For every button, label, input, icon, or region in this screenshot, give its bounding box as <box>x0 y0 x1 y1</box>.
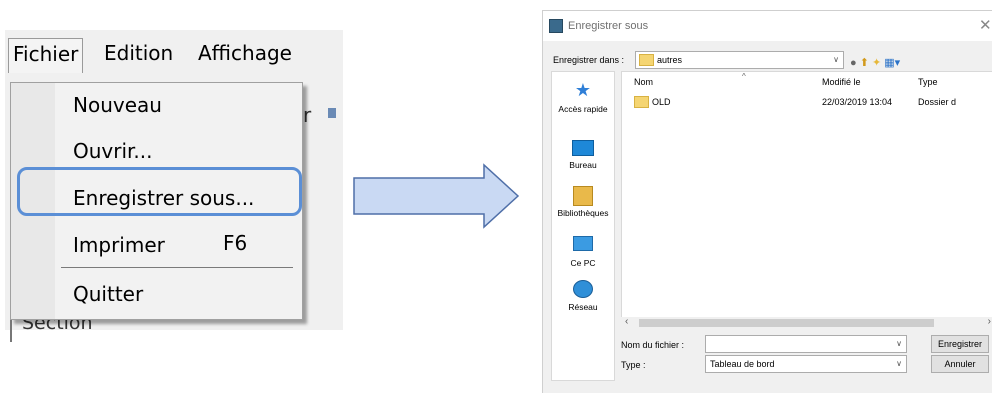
file-modified: 22/03/2019 13:04 <box>822 97 893 107</box>
new-folder-icon[interactable]: ✦ <box>872 57 881 69</box>
fichier-dropdown-menu: Nouveau Ouvrir... Enregistrer sous... Im… <box>10 82 303 320</box>
place-label: Réseau <box>568 302 598 312</box>
save-in-label: Enregistrer dans : <box>553 55 625 65</box>
scroll-left-icon[interactable]: ‹ <box>625 316 628 327</box>
place-network[interactable]: Réseau <box>552 280 614 312</box>
menu-separator <box>61 267 293 268</box>
highlight-box <box>17 167 302 216</box>
places-bar: ★ Accès rapide Bureau Bibliothèques Ce P… <box>551 71 615 381</box>
menu-edition[interactable]: Edition <box>104 41 173 65</box>
column-header-modified[interactable]: Modifié le <box>822 77 861 87</box>
place-quick-access[interactable]: ★ Accès rapide <box>552 80 614 114</box>
menu-item-imprimer[interactable]: Imprimer <box>73 233 165 257</box>
chevron-down-icon: ∨ <box>833 55 839 64</box>
background-toolbar-fragment: r <box>303 103 312 127</box>
file-type: Dossier d <box>918 97 957 107</box>
horizontal-scrollbar[interactable]: ‹ › <box>621 316 992 329</box>
column-header-type[interactable]: Type <box>918 77 938 87</box>
type-value: Tableau de bord <box>710 359 775 369</box>
folder-icon <box>634 96 649 108</box>
place-desktop[interactable]: Bureau <box>552 140 614 170</box>
menu-affichage[interactable]: Affichage <box>198 41 292 65</box>
dialog-toolbar: ● ⬆ ✦ ▦▾ <box>850 56 900 69</box>
view-menu-icon[interactable]: ▦▾ <box>884 57 900 69</box>
menu-item-ouvrir[interactable]: Ouvrir... <box>73 139 153 163</box>
libraries-icon <box>573 186 593 206</box>
chevron-down-icon: ∨ <box>896 339 902 348</box>
scroll-right-icon[interactable]: › <box>988 316 991 327</box>
filename-input[interactable]: ∨ <box>705 335 907 353</box>
save-as-dialog: Enregistrer sous ✕ Enregistrer dans : au… <box>542 10 992 393</box>
section-divider <box>10 318 12 342</box>
right-arrow-icon <box>353 163 520 229</box>
app-icon <box>549 19 563 33</box>
chevron-down-icon: ∨ <box>896 359 902 368</box>
place-libraries[interactable]: Bibliothèques <box>552 186 614 218</box>
column-header-name[interactable]: Nom <box>634 77 653 87</box>
background-toolbar-icon <box>328 108 336 118</box>
back-icon[interactable]: ● <box>850 57 857 69</box>
save-in-value: autres <box>657 55 683 65</box>
computer-icon <box>573 236 593 251</box>
sort-ascending-icon: ^ <box>742 72 746 81</box>
file-name: OLD <box>652 97 671 107</box>
save-button[interactable]: Enregistrer <box>931 335 989 353</box>
close-icon[interactable]: ✕ <box>979 16 992 34</box>
menu-fichier[interactable]: Fichier <box>8 38 84 73</box>
up-folder-icon[interactable]: ⬆ <box>860 57 869 69</box>
menu-item-nouveau[interactable]: Nouveau <box>73 93 162 117</box>
place-label: Accès rapide <box>558 104 608 114</box>
scrollbar-thumb[interactable] <box>639 319 934 327</box>
filename-label: Nom du fichier : <box>621 340 685 350</box>
desktop-icon <box>572 140 594 156</box>
place-label: Bibliothèques <box>557 208 609 218</box>
dialog-title: Enregistrer sous <box>568 20 649 32</box>
file-list: ^ Nom Modifié le Type OLD 22/03/2019 13:… <box>621 71 992 319</box>
network-icon <box>573 280 593 298</box>
place-this-pc[interactable]: Ce PC <box>552 236 614 268</box>
type-label: Type : <box>621 360 646 370</box>
menu-item-quitter[interactable]: Quitter <box>73 282 143 306</box>
type-select[interactable]: Tableau de bord ∨ <box>705 355 907 373</box>
save-in-combobox[interactable]: autres ∨ <box>635 51 844 69</box>
menu-shortcut-f6: F6 <box>223 231 248 255</box>
cancel-button[interactable]: Annuler <box>931 355 989 373</box>
star-icon: ★ <box>574 80 592 100</box>
dialog-titlebar: Enregistrer sous ✕ <box>543 11 992 41</box>
place-label: Bureau <box>569 160 597 170</box>
place-label: Ce PC <box>570 258 596 268</box>
folder-icon <box>639 54 654 66</box>
